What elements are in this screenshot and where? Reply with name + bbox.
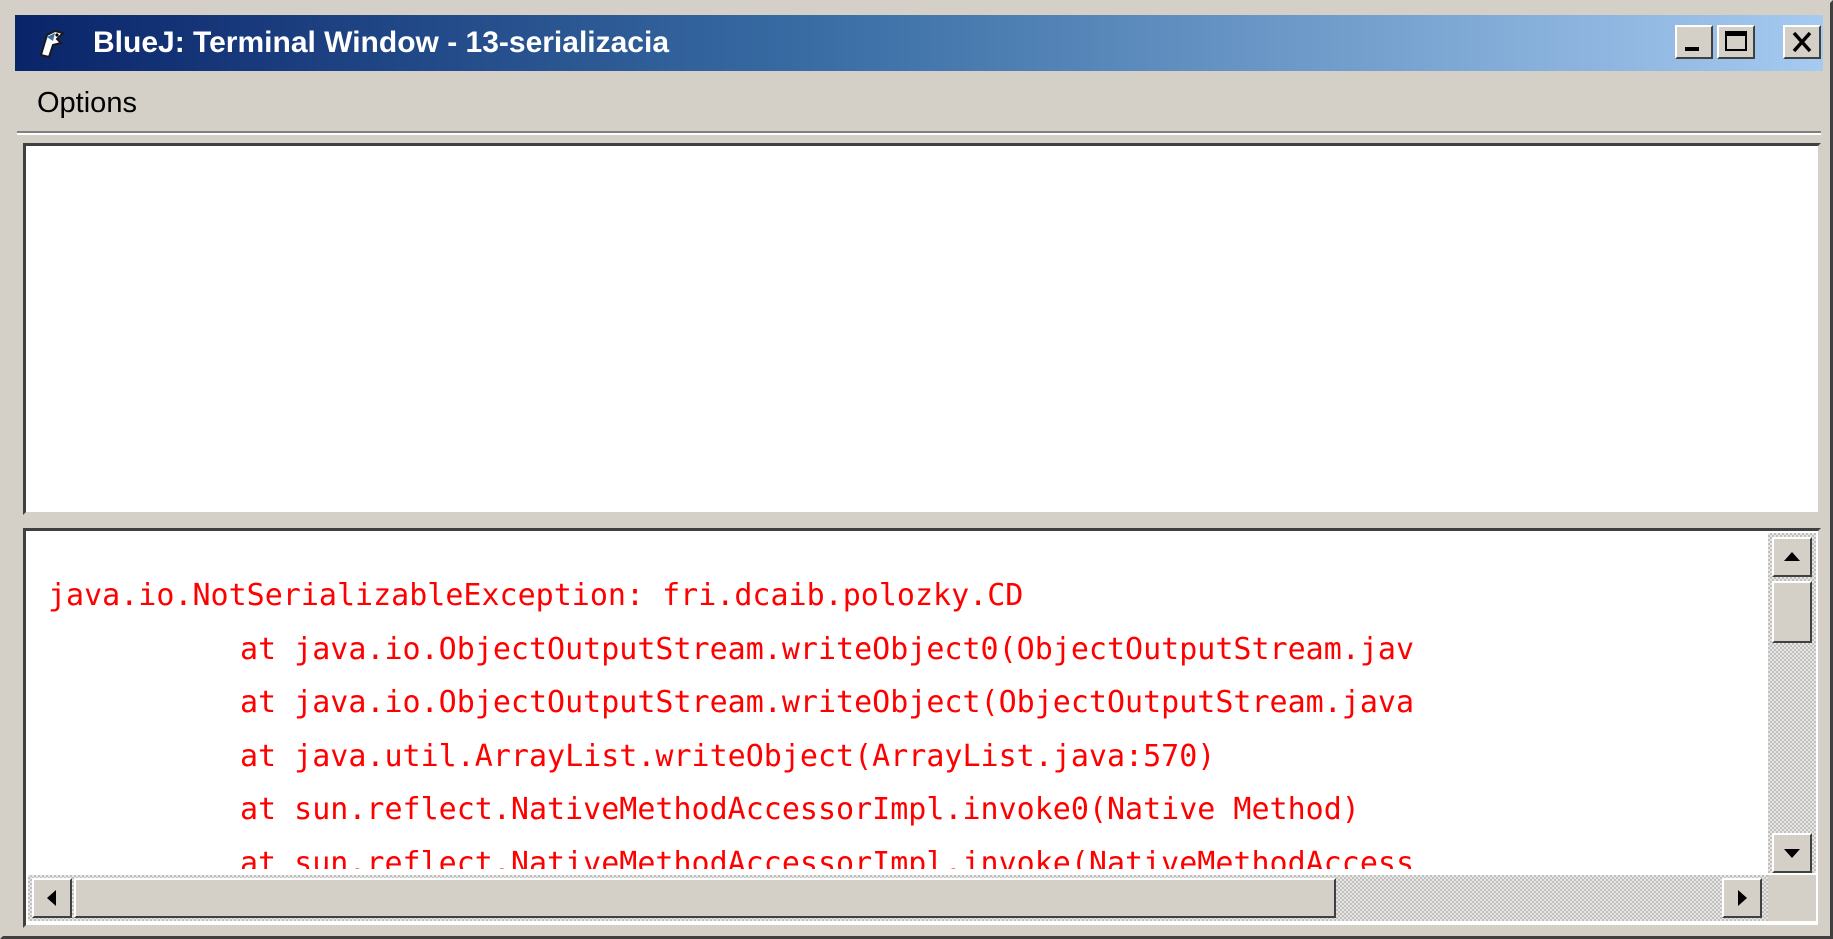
minimize-icon (1677, 27, 1711, 57)
title-bar[interactable]: BlueJ: Terminal Window - 13-serializacia (15, 15, 1823, 71)
scroll-down-button[interactable] (1772, 833, 1812, 873)
scroll-right-button[interactable] (1722, 878, 1762, 918)
error-output-pane[interactable]: java.io.NotSerializableException: fri.dc… (23, 528, 1821, 928)
menu-divider (17, 131, 1821, 135)
console-line: java.io.NotSerializableException: fri.dc… (48, 578, 1024, 613)
arrow-right-icon (1724, 880, 1760, 916)
console-line: at java.util.ArrayList.writeObject(Array… (240, 738, 1216, 774)
arrow-left-icon (34, 880, 70, 916)
maximize-icon (1719, 27, 1753, 57)
scrollbar-corner (1768, 875, 1816, 921)
error-text-area[interactable]: java.io.NotSerializableException: fri.dc… (48, 569, 1788, 869)
bluej-bird-icon (35, 27, 69, 61)
arrow-down-icon (1774, 835, 1810, 871)
console-line: at sun.reflect.NativeMethodAccessorImpl.… (240, 845, 1414, 870)
horizontal-scrollbar[interactable] (28, 875, 1768, 921)
arrow-up-icon (1774, 539, 1810, 575)
terminal-window: BlueJ: Terminal Window - 13-serializacia… (0, 0, 1833, 939)
close-icon (1785, 27, 1819, 57)
minimize-button[interactable] (1675, 25, 1713, 59)
close-button[interactable] (1783, 25, 1821, 59)
scroll-left-button[interactable] (32, 878, 72, 918)
console-line: at java.io.ObjectOutputStream.writeObjec… (240, 631, 1414, 667)
scroll-up-button[interactable] (1772, 537, 1812, 577)
vertical-scrollbar[interactable] (1768, 533, 1816, 873)
window-title: BlueJ: Terminal Window - 13-serializacia (93, 26, 670, 59)
console-line: at sun.reflect.NativeMethodAccessorImpl.… (240, 792, 1360, 827)
terminal-output-pane[interactable] (23, 143, 1821, 515)
menu-options[interactable]: Options (37, 87, 137, 120)
horizontal-scroll-thumb[interactable] (74, 878, 1336, 918)
console-line: at java.io.ObjectOutputStream.writeObjec… (240, 685, 1414, 720)
maximize-button[interactable] (1717, 25, 1755, 59)
menu-bar: Options (15, 81, 1823, 127)
vertical-scroll-thumb[interactable] (1772, 581, 1812, 643)
